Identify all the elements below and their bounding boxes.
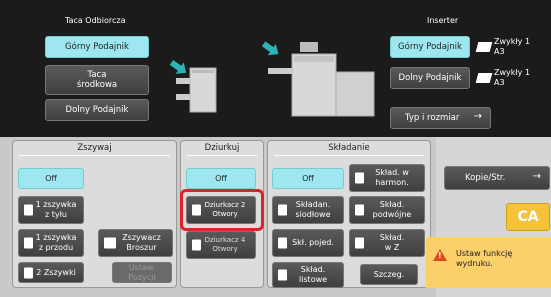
fold-single-label: Skł. pojed. <box>292 238 334 247</box>
staple-title: Zszywaj <box>77 143 112 153</box>
fold-saddle-label: Składan. siodłowe <box>295 200 331 219</box>
fold-z-button[interactable]: Skład. w Z <box>349 229 425 257</box>
lower-tray-button[interactable]: Dolny Podajnik <box>45 99 149 121</box>
saddle-stitch-button[interactable]: Zszywacz Broszur <box>98 229 173 257</box>
pin-position-button[interactable]: Ustaw. Pozycji <box>112 262 172 283</box>
staple-back-button[interactable]: 1 zszywka z tyłu <box>18 196 84 224</box>
upper-tray-button[interactable]: Górny Podajnik <box>45 36 149 58</box>
fold-icon <box>278 269 287 281</box>
punch-icon <box>192 239 201 251</box>
finisher-illustration <box>169 59 217 113</box>
fold-icon <box>278 204 287 216</box>
type-size-button[interactable]: Typ i rozmiar → <box>390 107 491 129</box>
fold-letter-label: Skład. listowe <box>298 265 328 284</box>
punch-four-holes-label: Dziurkacz 4 Otwory <box>204 236 246 253</box>
staple-front-label: 1 zszywka z przodu <box>35 233 77 252</box>
warning-icon <box>433 249 447 261</box>
saddle-stitch-label: Zszywacz Broszur <box>122 233 161 252</box>
fold-title: Składanie <box>328 143 370 153</box>
paper-icon <box>475 73 493 83</box>
fold-saddle-button[interactable]: Składan. siodłowe <box>272 196 344 224</box>
fold-details-button[interactable]: Szczeg. <box>360 264 418 285</box>
middle-tray-button[interactable]: Taca środkowa <box>45 65 149 95</box>
copies-per-page-button[interactable]: Kopie/Str. → <box>444 166 550 190</box>
copies-per-page-label: Kopie/Str. <box>465 173 506 183</box>
fold-harmonica-button[interactable]: Skład. w harmon. <box>349 164 425 192</box>
fold-double-label: Skład. podwójne <box>372 200 412 219</box>
fold-icon <box>355 172 364 184</box>
selection-highlight <box>180 189 264 231</box>
clear-all-button[interactable]: CA <box>506 203 550 231</box>
staple-back-label: 1 zszywka z tyłu <box>35 200 77 219</box>
paper-icon <box>475 42 493 52</box>
fold-icon <box>278 237 287 249</box>
fold-harmonica-label: Skład. w harmon. <box>375 168 409 187</box>
arrow-right-icon: → <box>532 171 541 182</box>
punch-title: Dziurkuj <box>204 143 240 153</box>
fold-icon <box>355 204 364 216</box>
fold-double-button[interactable]: Skład. podwójne <box>349 196 425 224</box>
booklet-icon <box>104 237 116 249</box>
staple-front-button[interactable]: 1 zszywka z przodu <box>18 229 84 257</box>
type-size-label: Typ i rozmiar <box>405 113 460 123</box>
inserter-label: Inserter <box>427 16 459 25</box>
punch-off-button[interactable]: Off <box>186 168 256 189</box>
staple-two-button[interactable]: 2 Zszywki <box>18 262 84 283</box>
inserter-lower-paper: Zwykły 1 A3 <box>494 68 531 87</box>
staple-icon <box>24 267 33 278</box>
fold-z-label: Skład. w Z <box>379 233 405 252</box>
fold-icon <box>355 237 364 249</box>
warning-text: Ustaw funkcję wydruku. <box>456 249 513 268</box>
fold-letter-button[interactable]: Skład. listowe <box>272 262 344 288</box>
staple-off-button[interactable]: Off <box>18 168 84 189</box>
fold-off-button[interactable]: Off <box>272 168 344 189</box>
staple-icon <box>24 237 33 249</box>
staple-icon <box>24 204 33 216</box>
warning-message: Ustaw funkcję wydruku. <box>426 237 551 288</box>
inserter-upper-button[interactable]: Górny Podajnik <box>390 36 470 58</box>
printer-illustration <box>262 41 375 117</box>
staple-two-label: 2 Zszywki <box>36 267 76 277</box>
inserter-upper-paper: Zwykły 1 A3 <box>494 37 531 56</box>
output-tray-label: Taca Odbiorcza <box>65 16 126 25</box>
punch-four-holes-button[interactable]: Dziurkacz 4 Otwory <box>186 231 256 259</box>
fold-single-button[interactable]: Skł. pojed. <box>272 229 344 257</box>
inserter-lower-button[interactable]: Dolny Podajnik <box>390 67 470 89</box>
arrow-right-icon: → <box>473 111 482 122</box>
